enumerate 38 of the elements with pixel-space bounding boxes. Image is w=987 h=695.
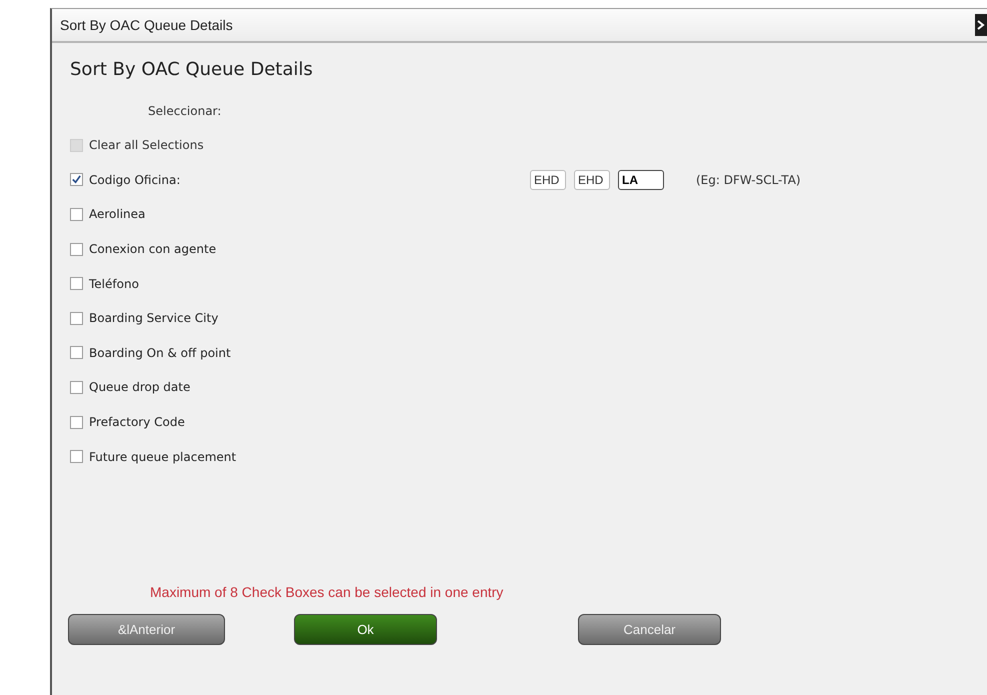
option-label: Queue drop date (89, 380, 190, 394)
checkbox[interactable] (70, 450, 83, 464)
checkbox-option[interactable]: Boarding Service City (70, 311, 530, 326)
checkbox[interactable] (70, 346, 83, 360)
option-label: Codigo Oficina: (89, 172, 180, 187)
dialog-heading: Sort By OAC Queue Details (70, 59, 314, 80)
checkbox-option[interactable]: Queue drop date (70, 380, 530, 394)
checkbox-option[interactable]: Boarding On & off point (70, 346, 530, 360)
checkbox[interactable] (70, 416, 83, 429)
option-label: Boarding Service City (89, 311, 218, 326)
window-title: Sort By OAC Queue Details (60, 17, 233, 33)
option-label: Future queue placement (89, 450, 236, 464)
option-label: Teléfono (89, 276, 139, 291)
warning-message: Maximum of 8 Check Boxes can be selected in one entry (150, 584, 504, 600)
ok-button[interactable]: Ok (294, 614, 437, 645)
checkbox[interactable] (70, 312, 83, 325)
option-label: Conexion con agente (89, 242, 216, 256)
option-label: Aerolinea (89, 207, 146, 222)
input-field[interactable]: EHD (530, 170, 566, 190)
option-label: Prefactory Code (89, 415, 185, 430)
checkbox[interactable] (70, 242, 83, 256)
checkbox[interactable] (70, 208, 83, 221)
checkbox-option[interactable]: Prefactory Code (70, 415, 530, 430)
example-hint: (Eg: DFW-SCL-TA) (696, 172, 801, 187)
checkbox-option[interactable]: Teléfono (70, 276, 530, 291)
option-label: Boarding On & off point (89, 346, 231, 360)
checkbox[interactable] (70, 173, 83, 186)
checkbox-option[interactable]: Codigo Oficina: (70, 172, 530, 187)
checkbox[interactable] (70, 277, 83, 290)
checkbox-option[interactable]: Aerolinea (70, 207, 530, 222)
checkbox[interactable] (70, 380, 83, 394)
input-field[interactable]: EHD (574, 170, 610, 190)
checkbox-option[interactable]: Conexion con agente (70, 242, 530, 256)
checkbox-option[interactable]: Future queue placement (70, 450, 530, 464)
option-label: Clear all Selections (89, 138, 204, 152)
input-field[interactable]: LA (618, 170, 664, 190)
close-icon[interactable] (975, 14, 987, 36)
select-label: Seleccionar: (148, 104, 222, 120)
